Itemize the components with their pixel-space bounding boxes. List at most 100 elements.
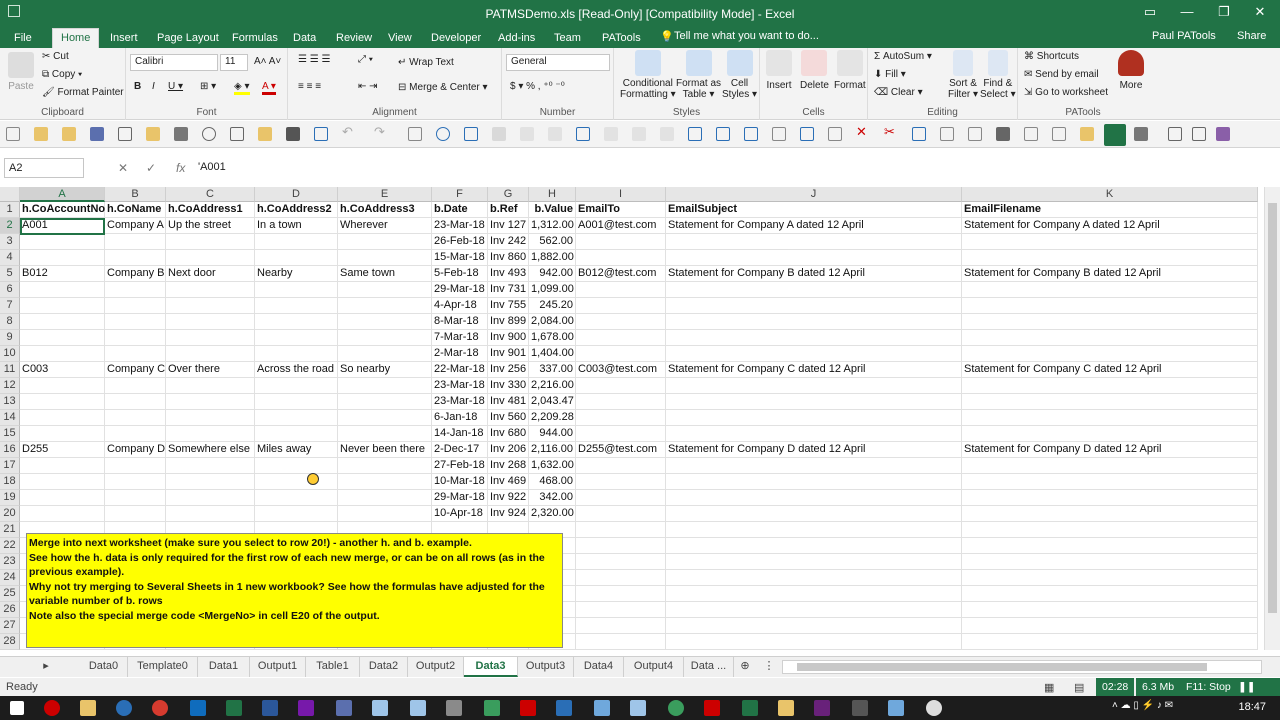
cell[interactable]: Inv 860 xyxy=(488,250,529,266)
cell[interactable]: Inv 268 xyxy=(488,458,529,474)
tab-file[interactable]: File xyxy=(14,30,32,46)
cell[interactable] xyxy=(166,378,255,394)
cell[interactable] xyxy=(166,506,255,522)
cell[interactable] xyxy=(105,426,166,442)
orientation-icon[interactable]: ⤢ ▾ xyxy=(358,54,373,65)
horizontal-scrollbar[interactable] xyxy=(782,660,1262,674)
cell[interactable] xyxy=(576,330,666,346)
cell[interactable] xyxy=(166,346,255,362)
formula-input[interactable]: 'A001 xyxy=(198,161,226,173)
tool-icon-9[interactable] xyxy=(716,127,730,141)
row-header[interactable]: 28 xyxy=(0,634,20,650)
sheet-tab-output3[interactable]: Output3 xyxy=(518,657,574,677)
cell[interactable]: Somewhere else xyxy=(166,442,255,458)
tool-icon-21[interactable] xyxy=(1216,127,1230,141)
tool-icon-2[interactable] xyxy=(492,127,506,141)
sheet-tab-output2[interactable]: Output2 xyxy=(408,657,464,677)
column-header-g[interactable]: G xyxy=(488,187,529,202)
borders-icon[interactable]: ⊞ ▾ xyxy=(200,81,216,92)
indent-icon[interactable]: ⇤ ⇥ xyxy=(358,81,378,92)
cell[interactable]: 4-Apr-18 xyxy=(432,298,488,314)
cell[interactable] xyxy=(338,298,432,314)
cell[interactable] xyxy=(666,634,962,650)
edit-icon[interactable] xyxy=(286,127,300,141)
cell[interactable]: C003@test.com xyxy=(576,362,666,378)
cell[interactable] xyxy=(666,570,962,586)
cell[interactable]: 1,099.00 xyxy=(529,282,576,298)
cell[interactable] xyxy=(20,410,105,426)
cell[interactable] xyxy=(666,522,962,538)
cell[interactable] xyxy=(166,314,255,330)
cell[interactable] xyxy=(576,554,666,570)
cell[interactable]: 15-Mar-18 xyxy=(432,250,488,266)
row-header[interactable]: 4 xyxy=(0,250,20,266)
cell[interactable] xyxy=(105,346,166,362)
cell[interactable] xyxy=(255,282,338,298)
app-icon-7[interactable] xyxy=(520,700,536,716)
format-as-table-button[interactable]: Format as Table ▾ xyxy=(676,50,721,100)
status-stop[interactable]: F11: Stop xyxy=(1180,678,1237,696)
close-button[interactable]: ✕ xyxy=(1248,4,1272,20)
cell[interactable] xyxy=(962,554,1258,570)
word-icon[interactable] xyxy=(262,700,278,716)
app-icon-15[interactable] xyxy=(888,700,904,716)
cell[interactable]: Inv 493 xyxy=(488,266,529,282)
grow-font-button[interactable]: A˄ A˅ xyxy=(254,56,281,67)
tool-icon-12[interactable] xyxy=(800,127,814,141)
cell[interactable]: Inv 330 xyxy=(488,378,529,394)
underline-button[interactable]: U ▾ xyxy=(168,81,183,92)
cell[interactable] xyxy=(576,394,666,410)
file-explorer-icon[interactable] xyxy=(80,700,96,716)
cell[interactable] xyxy=(255,410,338,426)
cell[interactable]: 8-Mar-18 xyxy=(432,314,488,330)
header-cell[interactable]: b.Ref xyxy=(488,202,529,218)
font-size-select[interactable]: 11 xyxy=(220,54,248,71)
cell[interactable] xyxy=(255,474,338,490)
align-left-icon[interactable]: ≡ ≡ ≡ xyxy=(298,81,321,92)
tab-patools[interactable]: PATools xyxy=(602,30,641,46)
cell[interactable] xyxy=(666,458,962,474)
cell[interactable] xyxy=(962,602,1258,618)
pdf-icon[interactable] xyxy=(704,700,720,716)
cell[interactable]: 23-Mar-18 xyxy=(432,218,488,234)
cell[interactable] xyxy=(962,458,1258,474)
cell[interactable] xyxy=(20,394,105,410)
cell[interactable] xyxy=(338,250,432,266)
app-icon-13[interactable] xyxy=(778,700,794,716)
window-icon[interactable] xyxy=(314,127,328,141)
cell[interactable]: Inv 901 xyxy=(488,346,529,362)
share-button[interactable]: Share xyxy=(1237,30,1266,42)
clock-icon[interactable] xyxy=(436,127,450,141)
cell[interactable] xyxy=(166,410,255,426)
cell[interactable] xyxy=(962,250,1258,266)
cell[interactable]: So nearby xyxy=(338,362,432,378)
header-cell[interactable]: h.CoAccountNo xyxy=(20,202,105,218)
cell[interactable]: 2,320.00 xyxy=(529,506,576,522)
cell[interactable] xyxy=(338,506,432,522)
cell[interactable]: 27-Feb-18 xyxy=(432,458,488,474)
instruction-note[interactable]: Merge into next worksheet (make sure you… xyxy=(26,533,563,648)
page-layout-view-icon[interactable]: ▤ xyxy=(1074,681,1084,694)
undo-icon[interactable]: ↶ xyxy=(342,124,356,139)
cell[interactable]: Statement for Company D dated 12 April xyxy=(666,442,962,458)
print-preview-icon[interactable] xyxy=(118,127,132,141)
tool-icon-20[interactable] xyxy=(1192,127,1206,141)
cell[interactable]: A001 xyxy=(20,218,105,234)
sheet-tab-data0[interactable]: Data0 xyxy=(80,657,128,677)
row-header[interactable]: 16 xyxy=(0,442,20,458)
row-header[interactable]: 3 xyxy=(0,234,20,250)
scroll-thumb[interactable] xyxy=(1268,203,1277,613)
cell[interactable]: Statement for Company A dated 12 April xyxy=(666,218,962,234)
cell[interactable]: A001@test.com xyxy=(576,218,666,234)
cancel-icon[interactable]: ✕ xyxy=(118,161,128,175)
system-tray-icons[interactable]: ˄ ☁ ▯ ⚡ ♪ ✉ xyxy=(1112,700,1212,716)
row-header[interactable]: 20 xyxy=(0,506,20,522)
cell[interactable] xyxy=(20,346,105,362)
row-header[interactable]: 12 xyxy=(0,378,20,394)
cell[interactable]: D255 xyxy=(20,442,105,458)
visual-studio-icon[interactable] xyxy=(814,700,830,716)
cell[interactable] xyxy=(20,474,105,490)
insert-function-icon[interactable]: fx xyxy=(176,161,185,175)
cell[interactable]: B012 xyxy=(20,266,105,282)
send-by-email-button[interactable]: ✉ Send by email xyxy=(1024,69,1099,80)
